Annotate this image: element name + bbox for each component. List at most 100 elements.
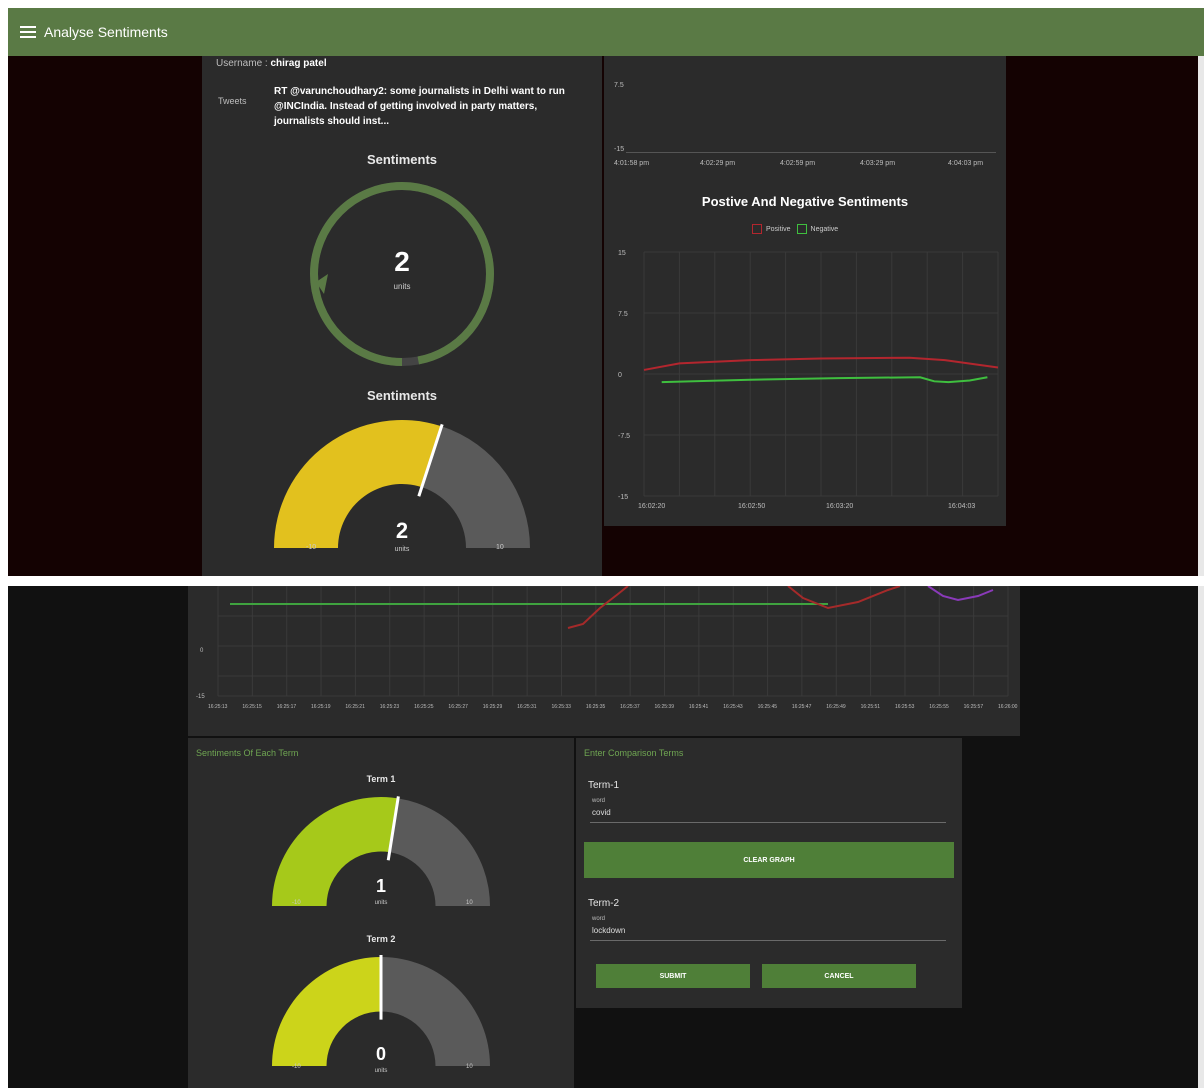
term2-gauge-title: Term 2	[366, 934, 396, 944]
term2-label: Term-2	[588, 898, 620, 909]
x-tick-label: 16:25:17	[277, 704, 297, 710]
x-tick-label: 16:25:23	[380, 704, 400, 710]
charts-card: 7.5 -15 4:01:58 pm 4:02:29 pm 4:02:59 pm…	[604, 56, 1006, 526]
scrollbar[interactable]	[1198, 56, 1204, 576]
term2-gauge-min: -10	[292, 1064, 301, 1070]
dashboard-bottom-screenshot: 16:25:13 16:25:15 16:25:17 16:25:19 16:25:21…	[8, 586, 1204, 1088]
term1-gauge-title: Term 1	[366, 774, 396, 784]
terms-card-title: Sentiments Of Each Term	[196, 748, 299, 758]
app-toolbar: Analyse Sentiments	[8, 8, 1204, 56]
term2-field-caption: word	[592, 916, 606, 922]
term1-input-underline	[590, 822, 946, 823]
term1-label: Term-1	[588, 780, 620, 791]
x-tick-label: 16:25:31	[517, 704, 537, 710]
top-chart-ytick: -15	[614, 146, 625, 153]
top-chart-axis	[626, 152, 996, 153]
x-tick-label: 16:25:33	[551, 704, 571, 710]
x-tick-label: 16:25:53	[895, 704, 915, 710]
y-tick-label: -7.5	[618, 433, 630, 440]
series-line-red	[567, 586, 629, 629]
top-chart-xtick: 4:03:29 pm	[860, 160, 896, 167]
x-tick-label: 16:25:49	[826, 704, 846, 710]
gauge-title: Sentiments	[366, 388, 438, 403]
term2-input-underline	[590, 940, 946, 941]
x-tick-label: 16:25:27	[448, 704, 468, 710]
x-tick-label: 16:25:55	[929, 704, 949, 710]
pos-neg-chart-title: Postive And Negative Sentiments	[701, 194, 909, 209]
tweet-sentiment-card: Username : chirag patel Tweets RT @varun…	[202, 56, 602, 576]
tweet-text: RT @varunchoudhary2: some journalists in…	[274, 86, 565, 127]
y-tick-label: -15	[618, 494, 628, 501]
y-tick-label: 0	[618, 372, 622, 379]
x-tick-label: 16:25:13	[208, 704, 228, 710]
x-tick-label: 16:25:45	[758, 704, 778, 710]
term-sentiments-card: Sentiments Of Each Term Term 1 1 units -…	[188, 738, 574, 1088]
term1-gauge-max: 10	[466, 900, 473, 906]
top-chart-xtick: 4:01:58 pm	[614, 160, 650, 167]
x-tick-label: 16:25:51	[861, 704, 881, 710]
y-tick-label: 7.5	[618, 311, 628, 318]
top-chart-xtick: 4:02:29 pm	[700, 160, 736, 167]
gauge-value: 2	[395, 518, 409, 543]
series-line-purple	[927, 586, 994, 602]
x-tick-label: 16:25:41	[689, 704, 709, 710]
x-tick-label: 16:26:00	[998, 704, 1018, 710]
term1-gauge-units: units	[374, 900, 388, 906]
top-chart-xtick: 4:02:59 pm	[780, 160, 816, 167]
gauge-max-label: 10	[496, 544, 504, 551]
gauge-min-label: -10	[306, 544, 317, 551]
clear-graph-button[interactable]: CLEAR GRAPH	[584, 842, 954, 878]
x-tick-label: 16:25:21	[345, 704, 365, 710]
x-tick-label: 16:04:03	[948, 503, 975, 510]
x-tick-label: 16:25:43	[723, 704, 743, 710]
x-tick-label: 16:25:37	[620, 704, 640, 710]
term1-gauge-value: 1	[375, 876, 386, 896]
dashboard-top-screenshot: Analyse Sentiments Username : chirag pat…	[8, 8, 1204, 576]
app-title: Analyse Sentiments	[44, 24, 168, 40]
term2-input[interactable]: lockdown	[592, 926, 942, 935]
username-row: Username : chirag patel	[216, 58, 327, 69]
legend-swatch-negative	[796, 224, 807, 234]
username-value: chirag patel	[270, 58, 327, 69]
time-series-line-chart: 16:25:13 16:25:15 16:25:17 16:25:19 16:25:21…	[196, 586, 1018, 710]
gauge-units: units	[394, 546, 410, 553]
y-tick-label: 15	[618, 250, 626, 257]
x-tick-label: 16:02:50	[738, 503, 765, 510]
x-tick-label: 16:02:20	[638, 503, 665, 510]
y-tick-label: -15	[196, 694, 205, 700]
menu-icon[interactable]	[20, 26, 36, 38]
x-tick-label: 16:25:29	[483, 704, 503, 710]
term2-gauge-value: 0	[375, 1044, 386, 1064]
term1-field-caption: word	[592, 798, 606, 804]
term1-input[interactable]: covid	[592, 808, 942, 817]
term2-gauge-max: 10	[466, 1064, 473, 1070]
chart-legend: Positive Negative	[752, 224, 838, 234]
term1-gauge-min: -10	[292, 900, 301, 906]
x-tick-label: 16:25:35	[586, 704, 606, 710]
term2-gauge-units: units	[374, 1068, 388, 1074]
top-chart-ytick: 7.5	[614, 82, 624, 89]
legend-label-negative: Negative	[810, 225, 839, 233]
x-tick-label: 16:25:47	[792, 704, 812, 710]
negative-series-line	[661, 376, 988, 384]
donut-title: Sentiments	[366, 152, 438, 167]
legend-label-positive: Positive	[766, 225, 791, 233]
tweets-label: Tweets	[218, 96, 247, 106]
y-tick-label: 0	[200, 648, 204, 654]
time-series-card: 16:25:13 16:25:15 16:25:17 16:25:19 16:25:21…	[188, 586, 1020, 736]
term2-submit-button[interactable]: SUBMIT	[596, 964, 750, 988]
x-tick-label: 16:25:39	[655, 704, 675, 710]
username-label: Username :	[216, 58, 268, 69]
pos-neg-line-chart: 15 7.5 0 -7.5 -15 16:02:20 16:02:50 16:03:20 16:…	[618, 250, 999, 510]
top-chart-xtick: 4:04:03 pm	[948, 160, 984, 167]
x-tick-label: 16:25:15	[242, 704, 262, 710]
donut-units: units	[393, 282, 411, 291]
scrollbar[interactable]	[1198, 586, 1204, 1088]
comparison-card-title: Enter Comparison Terms	[584, 748, 684, 758]
term2-cancel-button[interactable]: CANCEL	[762, 964, 916, 988]
x-tick-label: 16:03:20	[826, 503, 853, 510]
x-tick-label: 16:25:19	[311, 704, 331, 710]
x-tick-label: 16:25:25	[414, 704, 434, 710]
x-tick-label: 16:25:57	[964, 704, 984, 710]
donut-value: 2	[394, 246, 410, 277]
